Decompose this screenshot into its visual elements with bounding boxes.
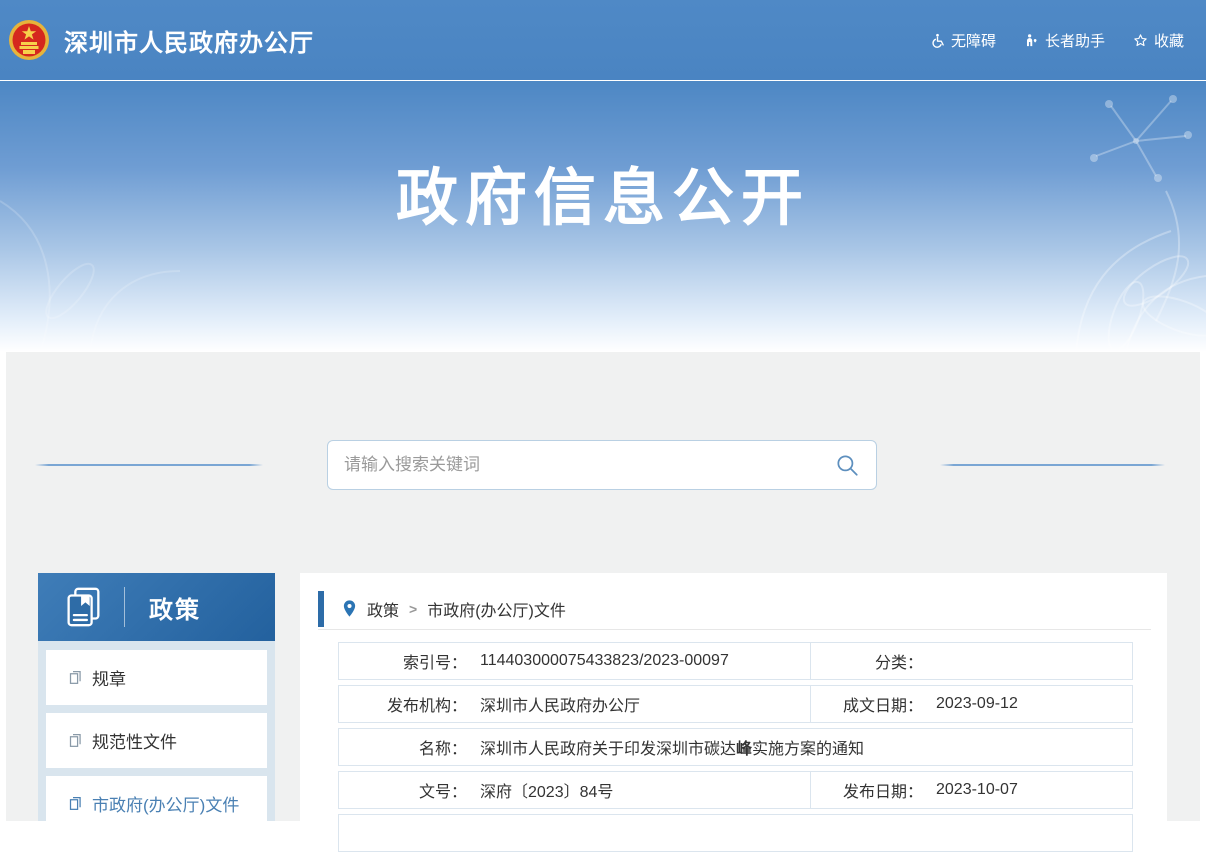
star-icon [1133,33,1148,48]
sidebar-header-policy[interactable]: 政策 [38,573,275,641]
category-label: 分类： [811,649,923,673]
search-icon [834,452,860,478]
search-button[interactable] [834,452,860,478]
publish-date-label: 发布日期： [811,778,923,802]
document-icon [68,733,83,748]
elder-assistant-icon [1024,33,1039,48]
header-links: 无障碍 长者助手 收藏 [930,30,1184,51]
table-row-doc-number: 文号： 深府〔2023〕84号 发布日期： 2023-10-07 [338,771,1133,809]
category-cell: 分类： [810,643,1132,679]
main-panel: 政策 > 市政府(办公厅)文件 索引号： 114403000075433823/… [300,573,1167,821]
accessibility-label: 无障碍 [951,30,996,51]
elder-assistant-link[interactable]: 长者助手 [1024,30,1105,51]
sidebar-item-municipal-documents[interactable]: 市政府(办公厅)文件 [46,776,267,831]
publisher-cell: 发布机构： 深圳市人民政府办公厅 [339,686,810,722]
favorite-label: 收藏 [1154,30,1184,51]
favorite-link[interactable]: 收藏 [1133,30,1184,51]
location-pin-icon [342,599,357,618]
publisher-value: 深圳市人民政府办公厅 [480,692,640,716]
index-label: 索引号： [339,649,467,673]
search-input[interactable] [344,441,834,489]
written-date-value: 2023-09-12 [936,695,1018,713]
written-date-label: 成文日期： [811,692,923,716]
written-date-cell: 成文日期： 2023-09-12 [810,686,1132,722]
sidebar-header-divider [124,587,125,627]
sidebar-item-label: 市政府(办公厅)文件 [92,791,239,816]
content-section: 政策 规章 规范性文件 [6,352,1200,821]
table-row-name: 名称： 深圳市人民政府关于印发深圳市碳达峰实施方案的通知 [338,728,1133,766]
empty-cell [339,815,1132,851]
policy-book-icon [60,584,106,630]
table-row-index: 索引号： 114403000075433823/2023-00097 分类： [338,642,1133,680]
publish-date-value: 2023-10-07 [936,781,1018,799]
breadcrumb-accent-bar [318,591,324,627]
elder-assistant-label: 长者助手 [1045,30,1105,51]
publisher-label: 发布机构： [339,692,467,716]
national-emblem-logo [8,16,50,64]
breadcrumb-item-municipal-documents[interactable]: 市政府(办公厅)文件 [427,597,566,621]
page-banner: 政府信息公开 [0,80,1206,352]
name-label: 名称： [339,735,467,759]
sidebar-item-label: 规范性文件 [92,728,177,753]
document-icon [68,670,83,685]
document-icon [68,796,83,811]
doc-number-label: 文号： [339,778,467,802]
breadcrumb-separator: > [409,601,417,617]
breadcrumb: 政策 > 市政府(办公厅)文件 [318,591,1151,630]
index-value: 114403000075433823/2023-00097 [480,652,729,670]
name-cell: 名称： 深圳市人民政府关于印发深圳市碳达峰实施方案的通知 [339,729,1132,765]
accessibility-link[interactable]: 无障碍 [930,30,996,51]
page-title: 政府信息公开 [0,147,1206,237]
decorative-line-right [940,464,1165,466]
sidebar-item-regulations[interactable]: 规章 [46,650,267,705]
decorative-line-left [35,464,263,466]
name-part: 实施方案的通知 [752,741,864,758]
name-part: 深圳市人民政府关于印发深圳市碳达 [480,741,736,758]
breadcrumb-item-policy[interactable]: 政策 [367,597,399,621]
index-cell: 索引号： 114403000075433823/2023-00097 [339,643,810,679]
table-row-publisher: 发布机构： 深圳市人民政府办公厅 成文日期： 2023-09-12 [338,685,1133,723]
sidebar-items: 规章 规范性文件 市政府(办公厅)文件 [38,641,275,831]
table-row [338,814,1133,852]
doc-number-cell: 文号： 深府〔2023〕84号 [339,772,810,808]
doc-number-value: 深府〔2023〕84号 [480,778,613,802]
sidebar-item-normative-documents[interactable]: 规范性文件 [46,713,267,768]
document-name: 深圳市人民政府关于印发深圳市碳达峰实施方案的通知 [480,735,864,759]
name-highlight: 峰 [736,741,752,758]
sidebar-title: 政策 [149,590,201,625]
sidebar-item-label: 规章 [92,665,126,690]
search-box [327,440,877,490]
site-title: 深圳市人民政府办公厅 [64,23,314,58]
sidebar: 政策 规章 规范性文件 [38,573,275,821]
accessibility-icon [930,33,945,48]
publish-date-cell: 发布日期： 2023-10-07 [810,772,1132,808]
top-header-bar: 深圳市人民政府办公厅 无障碍 长者助手 收藏 [0,0,1206,80]
